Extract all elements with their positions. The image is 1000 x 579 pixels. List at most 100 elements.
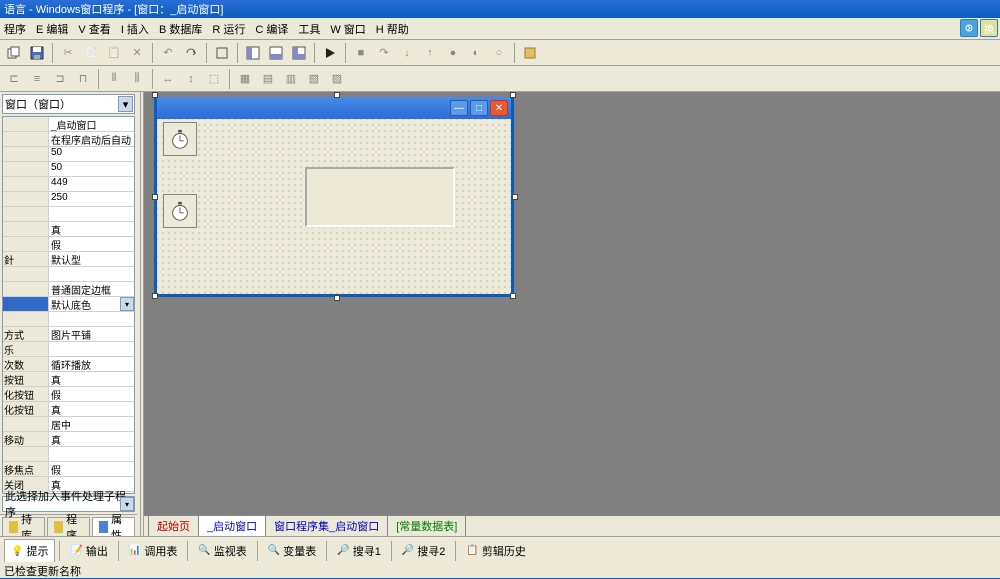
- property-row[interactable]: 50: [3, 162, 134, 177]
- grid2-icon[interactable]: ▤: [258, 69, 278, 89]
- stop-icon[interactable]: ■: [351, 43, 371, 63]
- property-value[interactable]: 真: [49, 402, 134, 416]
- event-hint[interactable]: 此选择加入事件处理子程序 ▾: [2, 496, 135, 512]
- minimize-icon[interactable]: —: [450, 100, 468, 116]
- property-row[interactable]: 50: [3, 147, 134, 162]
- property-value[interactable]: 普通固定边框: [49, 282, 134, 296]
- run-icon[interactable]: [320, 43, 340, 63]
- tab-start-page[interactable]: 起始页: [148, 515, 199, 536]
- tab-window-code[interactable]: 窗口程序集_启动窗口: [265, 515, 388, 536]
- object-selector[interactable]: 窗口（窗口） ▾: [2, 94, 135, 114]
- resize-handle[interactable]: [334, 295, 340, 301]
- tab-start-window[interactable]: _启动窗口: [198, 515, 266, 536]
- property-row[interactable]: [3, 447, 134, 462]
- property-row[interactable]: [3, 207, 134, 222]
- same-size-icon[interactable]: ⬚: [204, 69, 224, 89]
- property-row[interactable]: _启动窗口: [3, 117, 134, 132]
- footer-clipboard[interactable]: 📋剪辑历史: [460, 540, 531, 562]
- layout1-icon[interactable]: [243, 43, 263, 63]
- layout2-icon[interactable]: [266, 43, 286, 63]
- same-w-icon[interactable]: ↔: [158, 69, 178, 89]
- resize-handle[interactable]: [152, 194, 158, 200]
- dist-v-icon[interactable]: ⫼: [127, 69, 147, 89]
- property-value[interactable]: 在程序启动后自动: [49, 132, 134, 146]
- link2-icon[interactable]: 换: [980, 19, 998, 37]
- property-row[interactable]: 449: [3, 177, 134, 192]
- property-row[interactable]: 按钮真: [3, 372, 134, 387]
- align-right-icon[interactable]: ⊐: [50, 69, 70, 89]
- footer-output[interactable]: 📝输出: [64, 540, 113, 562]
- menu-insert[interactable]: I 插入: [121, 21, 149, 37]
- resize-handle[interactable]: [512, 194, 518, 200]
- maximize-icon[interactable]: □: [470, 100, 488, 116]
- property-value[interactable]: 默认底色▾: [49, 297, 134, 311]
- menu-edit[interactable]: E 编辑: [36, 21, 68, 37]
- edit-control[interactable]: [305, 167, 455, 227]
- property-value[interactable]: 真: [49, 222, 134, 236]
- property-value[interactable]: 居中: [49, 417, 134, 431]
- step-out-icon[interactable]: ↑: [420, 43, 440, 63]
- menu-window[interactable]: W 窗口: [330, 21, 365, 37]
- footer-vartable[interactable]: 🔍变量表: [262, 540, 322, 562]
- link-icon[interactable]: [960, 19, 978, 37]
- property-row[interactable]: 普通固定边框: [3, 282, 134, 297]
- property-row[interactable]: 默认底色▾: [3, 297, 134, 312]
- menu-tools[interactable]: 工具: [298, 21, 320, 37]
- property-row[interactable]: 化按钮假: [3, 387, 134, 402]
- property-value[interactable]: [49, 267, 134, 281]
- menu-compile[interactable]: C 编译: [255, 21, 288, 37]
- footer-search1[interactable]: 🔎搜寻1: [331, 540, 387, 562]
- paste-icon[interactable]: 📋: [104, 43, 124, 63]
- footer-watch[interactable]: 🔍监视表: [192, 540, 252, 562]
- property-value[interactable]: 真: [49, 372, 134, 386]
- property-value[interactable]: 250: [49, 192, 134, 206]
- property-row[interactable]: 次数循环播放: [3, 357, 134, 372]
- cut-icon[interactable]: ✂: [58, 43, 78, 63]
- book-icon[interactable]: [520, 43, 540, 63]
- menu-run[interactable]: R 运行: [212, 21, 245, 37]
- property-value[interactable]: 50: [49, 162, 134, 176]
- property-value[interactable]: 真: [49, 432, 134, 446]
- align-top-icon[interactable]: ⊓: [73, 69, 93, 89]
- chevron-down-icon[interactable]: ▾: [118, 96, 133, 112]
- chevron-down-icon[interactable]: ▾: [120, 497, 134, 511]
- property-value[interactable]: [49, 207, 134, 221]
- property-value[interactable]: 循环播放: [49, 357, 134, 371]
- step-into-icon[interactable]: ↓: [397, 43, 417, 63]
- menu-help[interactable]: H 帮助: [376, 21, 409, 37]
- property-row[interactable]: 針默认型: [3, 252, 134, 267]
- property-row[interactable]: 假: [3, 237, 134, 252]
- property-row[interactable]: 乐: [3, 342, 134, 357]
- step-over-icon[interactable]: ↷: [374, 43, 394, 63]
- resize-handle[interactable]: [510, 92, 516, 98]
- bp2-icon[interactable]: ◐: [466, 43, 486, 63]
- bp-icon[interactable]: ●: [443, 43, 463, 63]
- property-value[interactable]: _启动窗口: [49, 117, 134, 131]
- property-value[interactable]: [49, 342, 134, 356]
- property-row[interactable]: 化按钮真: [3, 402, 134, 417]
- menu-program[interactable]: 程序: [4, 21, 26, 37]
- property-row[interactable]: 移动真: [3, 432, 134, 447]
- redo-icon[interactable]: [181, 43, 201, 63]
- layout3-icon[interactable]: [289, 43, 309, 63]
- same-h-icon[interactable]: ↕: [181, 69, 201, 89]
- resize-handle[interactable]: [152, 92, 158, 98]
- delete-icon[interactable]: ✕: [127, 43, 147, 63]
- menu-view[interactable]: V 查看: [78, 21, 110, 37]
- form-body[interactable]: [157, 119, 511, 294]
- resize-handle[interactable]: [510, 293, 516, 299]
- find-icon[interactable]: [212, 43, 232, 63]
- form-window[interactable]: — □ ✕: [154, 97, 514, 297]
- property-row[interactable]: 真: [3, 222, 134, 237]
- grid-icon[interactable]: ▦: [235, 69, 255, 89]
- property-value[interactable]: [49, 312, 134, 326]
- properties-grid[interactable]: _启动窗口在程序启动后自动5050449250真假針默认型普通固定边框默认底色▾…: [2, 116, 135, 494]
- align-center-icon[interactable]: ≡: [27, 69, 47, 89]
- property-value[interactable]: 449: [49, 177, 134, 191]
- property-value[interactable]: 图片平铺: [49, 327, 134, 341]
- undo-icon[interactable]: ↶: [158, 43, 178, 63]
- property-value[interactable]: 假: [49, 387, 134, 401]
- property-row[interactable]: 移焦点假: [3, 462, 134, 477]
- footer-calltable[interactable]: 📊调用表: [123, 540, 183, 562]
- property-row[interactable]: 居中: [3, 417, 134, 432]
